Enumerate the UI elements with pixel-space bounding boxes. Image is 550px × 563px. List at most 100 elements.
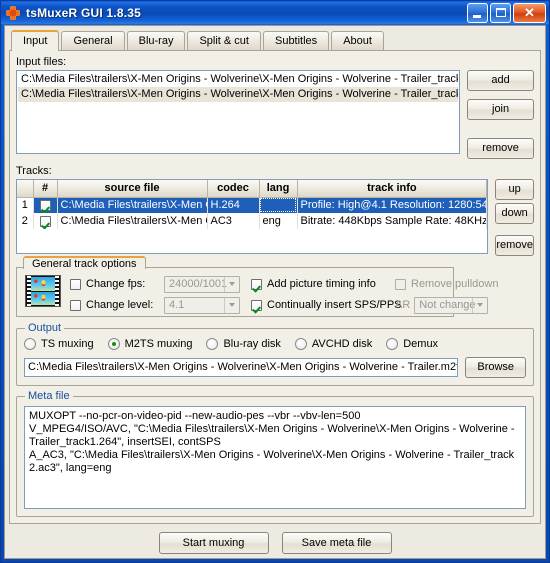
- cell-lang[interactable]: [259, 197, 298, 213]
- input-files-label: Input files:: [16, 56, 67, 68]
- join-button[interactable]: join: [467, 99, 534, 120]
- move-up-button[interactable]: up: [495, 179, 534, 200]
- close-icon: ✕: [524, 5, 535, 20]
- radio-demux[interactable]: [386, 338, 399, 350]
- general-track-options-tab[interactable]: General track options: [23, 256, 146, 270]
- column-header-codec[interactable]: codec: [207, 180, 260, 198]
- title-bar: tsMuxeR GUI 1.8.35 ✕: [1, 1, 549, 25]
- fps-dropdown[interactable]: 24000/1001: [164, 275, 240, 293]
- tab-subtitles[interactable]: Subtitles: [262, 31, 330, 50]
- save-meta-file-button[interactable]: Save meta file: [281, 532, 392, 554]
- cell-track-info: Profile: High@4.1 Resolution: 1280:54...: [297, 197, 488, 213]
- radio-demux-label: Demux: [403, 338, 439, 350]
- column-header-num[interactable]: #: [33, 180, 58, 198]
- general-track-options-group: General track options Change fps: 24000/…: [16, 256, 498, 317]
- remove-pulldown-checkbox[interactable]: [395, 278, 406, 290]
- meta-line: V_MPEG4/ISO/AVC, "C:\Media Files\trailer…: [29, 423, 515, 448]
- app-icon: [5, 5, 21, 21]
- tab-about[interactable]: About: [331, 31, 384, 50]
- window-title: tsMuxeR GUI 1.8.35: [26, 6, 141, 20]
- row-enable-checkbox[interactable]: [39, 215, 51, 227]
- remove-pulldown-label: Remove pulldown: [411, 278, 499, 290]
- remove-input-button[interactable]: remove: [467, 138, 534, 159]
- row-enable-checkbox[interactable]: [39, 199, 51, 211]
- output-group: Output TS muxing M2TS muxing Blu-ray dis…: [16, 322, 534, 386]
- move-down-button[interactable]: down: [495, 203, 534, 224]
- fps-value: 24000/1001: [169, 278, 228, 290]
- meta-file-textarea[interactable]: MUXOPT --no-pcr-on-video-pid --new-audio…: [24, 406, 526, 509]
- radio-m2ts-muxing[interactable]: [107, 338, 120, 350]
- column-header-blank[interactable]: [17, 180, 34, 198]
- minimize-icon: [473, 15, 481, 18]
- output-path-input[interactable]: C:\Media Files\trailers\X-Men Origins - …: [24, 358, 459, 377]
- chevron-down-icon: [472, 297, 487, 313]
- change-level-label: Change level:: [86, 299, 154, 311]
- chevron-down-icon: [224, 276, 239, 292]
- column-header-lang[interactable]: lang: [259, 180, 298, 198]
- ar-dropdown[interactable]: Not change: [414, 296, 489, 314]
- minimize-button[interactable]: [467, 3, 488, 23]
- tab-strip: Input General Blu-ray Split & cut Subtit…: [9, 30, 541, 51]
- row-enable-checkbox-cell[interactable]: [33, 213, 58, 229]
- column-header-track-info[interactable]: track info: [297, 180, 488, 198]
- start-muxing-button[interactable]: Start muxing: [158, 532, 269, 554]
- radio-ts-muxing[interactable]: [24, 338, 36, 350]
- meta-file-group-title: Meta file: [25, 390, 73, 402]
- radio-bluray-disk-label: Blu-ray disk: [223, 338, 281, 350]
- cell-codec: AC3: [207, 213, 260, 229]
- row-enable-checkbox-cell[interactable]: [33, 197, 58, 213]
- cell-codec: H.264: [207, 197, 260, 213]
- ar-value: Not change: [419, 299, 476, 311]
- radio-m2ts-muxing-label: M2TS muxing: [124, 338, 193, 350]
- client-area: Input General Blu-ray Split & cut Subtit…: [4, 25, 546, 559]
- table-row[interactable]: 2 C:\Media Files\trailers\X-Men Origins …: [17, 213, 488, 229]
- change-level-checkbox[interactable]: [70, 299, 81, 311]
- maximize-button[interactable]: [490, 3, 511, 23]
- table-header-row: # source file codec lang track info: [17, 180, 488, 198]
- footer-buttons: Start muxing Save meta file: [9, 524, 541, 554]
- radio-bluray-disk[interactable]: [206, 338, 219, 350]
- application-window: tsMuxeR GUI 1.8.35 ✕ Input General Blu-r…: [0, 0, 550, 563]
- tab-general[interactable]: General: [61, 31, 125, 50]
- tracks-buttons: up down remove: [495, 179, 534, 256]
- add-button[interactable]: add: [467, 70, 534, 91]
- remove-track-button[interactable]: remove: [495, 235, 534, 256]
- meta-file-group: Meta file MUXOPT --no-pcr-on-video-pid -…: [16, 390, 534, 517]
- table-row[interactable]: 1 C:\Media Files\trailers\X-Men Origins …: [17, 197, 488, 213]
- cell-source-file: C:\Media Files\trailers\X-Men Origins - …: [57, 213, 208, 229]
- add-picture-timing-label: Add picture timing info: [267, 278, 376, 290]
- input-files-list[interactable]: C:\Media Files\trailers\X-Men Origins - …: [16, 70, 461, 154]
- change-fps-label: Change fps:: [86, 278, 146, 290]
- output-group-title: Output: [25, 322, 65, 334]
- input-files-buttons: add join remove: [467, 70, 534, 159]
- level-dropdown[interactable]: 4.1: [164, 296, 240, 314]
- close-button[interactable]: ✕: [513, 3, 546, 23]
- add-picture-timing-checkbox[interactable]: [251, 278, 262, 290]
- continually-insert-sps-label: Continually insert SPS/PPS: [267, 299, 402, 311]
- column-header-source-file[interactable]: source file: [57, 180, 208, 198]
- tab-input[interactable]: Input: [11, 30, 60, 51]
- radio-avchd-disk-label: AVCHD disk: [311, 338, 373, 350]
- row-number: 1: [17, 197, 34, 213]
- list-item[interactable]: C:\Media Files\trailers\X-Men Origins - …: [18, 87, 459, 102]
- ar-label: AR: [395, 299, 411, 311]
- level-value: 4.1: [169, 299, 185, 311]
- window-controls: ✕: [467, 3, 546, 23]
- cell-track-info: Bitrate: 448Kbps Sample Rate: 48KHz C...: [297, 213, 488, 229]
- row-number: 2: [17, 213, 34, 229]
- tab-bluray[interactable]: Blu-ray: [126, 31, 186, 50]
- tab-split-cut[interactable]: Split & cut: [187, 31, 261, 50]
- browse-button[interactable]: Browse: [465, 357, 526, 378]
- radio-avchd-disk[interactable]: [294, 338, 307, 350]
- tracks-table[interactable]: # source file codec lang track info 1 C:…: [16, 179, 489, 254]
- meta-line: A_AC3, "C:\Media Files\trailers\X-Men Or…: [29, 449, 515, 474]
- cell-lang[interactable]: eng: [259, 213, 298, 229]
- continually-insert-sps-checkbox[interactable]: [251, 299, 262, 311]
- list-item[interactable]: C:\Media Files\trailers\X-Men Origins - …: [18, 72, 458, 87]
- tracks-label: Tracks:: [16, 165, 52, 177]
- cell-source-file: C:\Media Files\trailers\X-Men Origins - …: [57, 197, 208, 213]
- meta-line: MUXOPT --no-pcr-on-video-pid --new-audio…: [29, 410, 361, 422]
- change-fps-checkbox[interactable]: [70, 278, 81, 290]
- film-strip-icon: [25, 275, 61, 307]
- input-files-section: C:\Media Files\trailers\X-Men Origins - …: [16, 70, 534, 159]
